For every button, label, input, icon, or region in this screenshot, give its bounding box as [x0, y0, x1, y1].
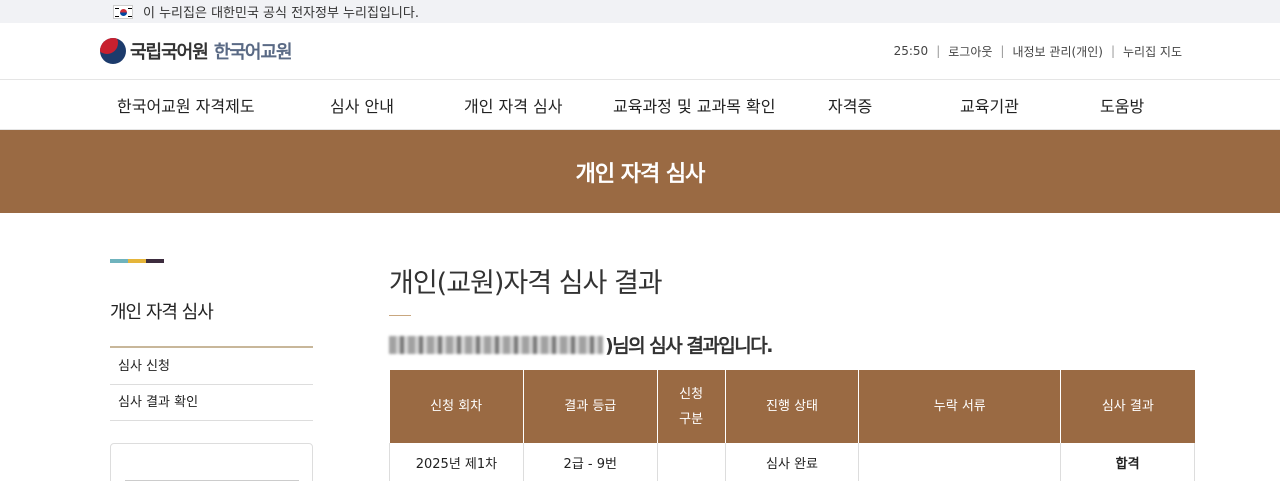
nav-item-institutions[interactable]: 교육기관	[960, 93, 1019, 117]
title-rule	[389, 315, 411, 316]
org-name: 국립국어원	[130, 42, 209, 63]
side-nav-item-apply[interactable]: 심사 신청	[110, 349, 313, 385]
sitemap-link[interactable]: 누리집 지도	[1123, 43, 1182, 60]
nav-item-certificate[interactable]: 자격증	[828, 93, 872, 117]
table-header-row: 신청 회차 결과 등급 신청 구분 진행 상태 누락 서류 심사 결과	[389, 370, 1195, 443]
col-header-result: 심사 결과	[1060, 370, 1195, 443]
col-header-round: 신청 회차	[389, 370, 524, 443]
result-message: )님의 심사 결과입니다.	[389, 331, 773, 358]
cell-apply-type	[657, 443, 726, 481]
nav-item-review-guide[interactable]: 심사 안내	[330, 93, 394, 117]
global-nav: 한국어교원 자격제도 심사 안내 개인 자격 심사 교육과정 및 교과목 확인 …	[0, 80, 1280, 130]
korea-flag-icon	[113, 4, 133, 19]
utility-menu: 25:50 | 로그아웃 | 내정보 관리(개인) | 누리집 지도	[894, 43, 1182, 60]
col-header-missing-docs: 누락 서류	[858, 370, 1062, 443]
logout-link[interactable]: 로그아웃	[948, 43, 992, 60]
col-header-status: 진행 상태	[725, 370, 860, 443]
page-title: 개인(교원)자격 심사 결과	[389, 268, 663, 299]
divider: |	[936, 44, 941, 58]
hero-title: 개인 자격 심사	[575, 161, 706, 187]
page-hero: 개인 자격 심사	[0, 130, 1280, 213]
nav-item-personal-review[interactable]: 개인 자격 심사	[464, 93, 563, 117]
content-area: 개인 자격 심사 심사 신청 심사 결과 확인 개인(교원)자격 심사 결과 )…	[0, 213, 1280, 481]
table-row: 2025년 제1차 2급 - 9번 심사 완료 합격	[389, 443, 1195, 481]
redacted-applicant-name	[389, 335, 603, 354]
result-message-suffix: )님의 심사 결과입니다.	[605, 335, 773, 357]
side-nav-divider	[110, 346, 313, 348]
side-nav-accent-bars	[110, 259, 164, 263]
gov-banner: 이 누리집은 대한민국 공식 전자정부 누리집입니다.	[0, 0, 1280, 23]
nav-item-help[interactable]: 도움방	[1100, 93, 1144, 117]
cell-round: 2025년 제1차	[389, 443, 524, 481]
nav-item-qualification-system[interactable]: 한국어교원 자격제도	[117, 93, 255, 117]
site-logo[interactable]: 국립국어원 한국어교원	[100, 38, 293, 64]
nikl-logo-icon	[100, 38, 126, 64]
cell-grade: 2급 - 9번	[523, 443, 658, 481]
cell-result: 합격	[1060, 443, 1195, 481]
side-nav-title: 개인 자격 심사	[110, 302, 214, 323]
col-header-apply-type: 신청 구분	[657, 370, 726, 443]
divider: |	[1110, 44, 1115, 58]
my-info-link[interactable]: 내정보 관리(개인)	[1012, 43, 1102, 60]
session-timer: 25:50	[893, 44, 929, 58]
col-header-grade: 결과 등급	[523, 370, 658, 443]
result-table: 신청 회차 결과 등급 신청 구분 진행 상태 누락 서류 심사 결과 2025년…	[389, 370, 1195, 481]
site-name: 한국어교원	[213, 42, 293, 63]
cell-missing-docs	[858, 443, 1062, 481]
site-header: 국립국어원 한국어교원 25:50 | 로그아웃 | 내정보 관리(개인) | …	[0, 23, 1280, 80]
nav-item-course-check[interactable]: 교육과정 및 교과목 확인	[613, 93, 775, 117]
cell-status: 심사 완료	[725, 443, 860, 481]
side-nav-item-result-check[interactable]: 심사 결과 확인	[110, 385, 313, 421]
gov-banner-text: 이 누리집은 대한민국 공식 전자정부 누리집입니다.	[143, 6, 419, 21]
divider: |	[1000, 44, 1005, 58]
side-nav-box	[110, 443, 313, 481]
